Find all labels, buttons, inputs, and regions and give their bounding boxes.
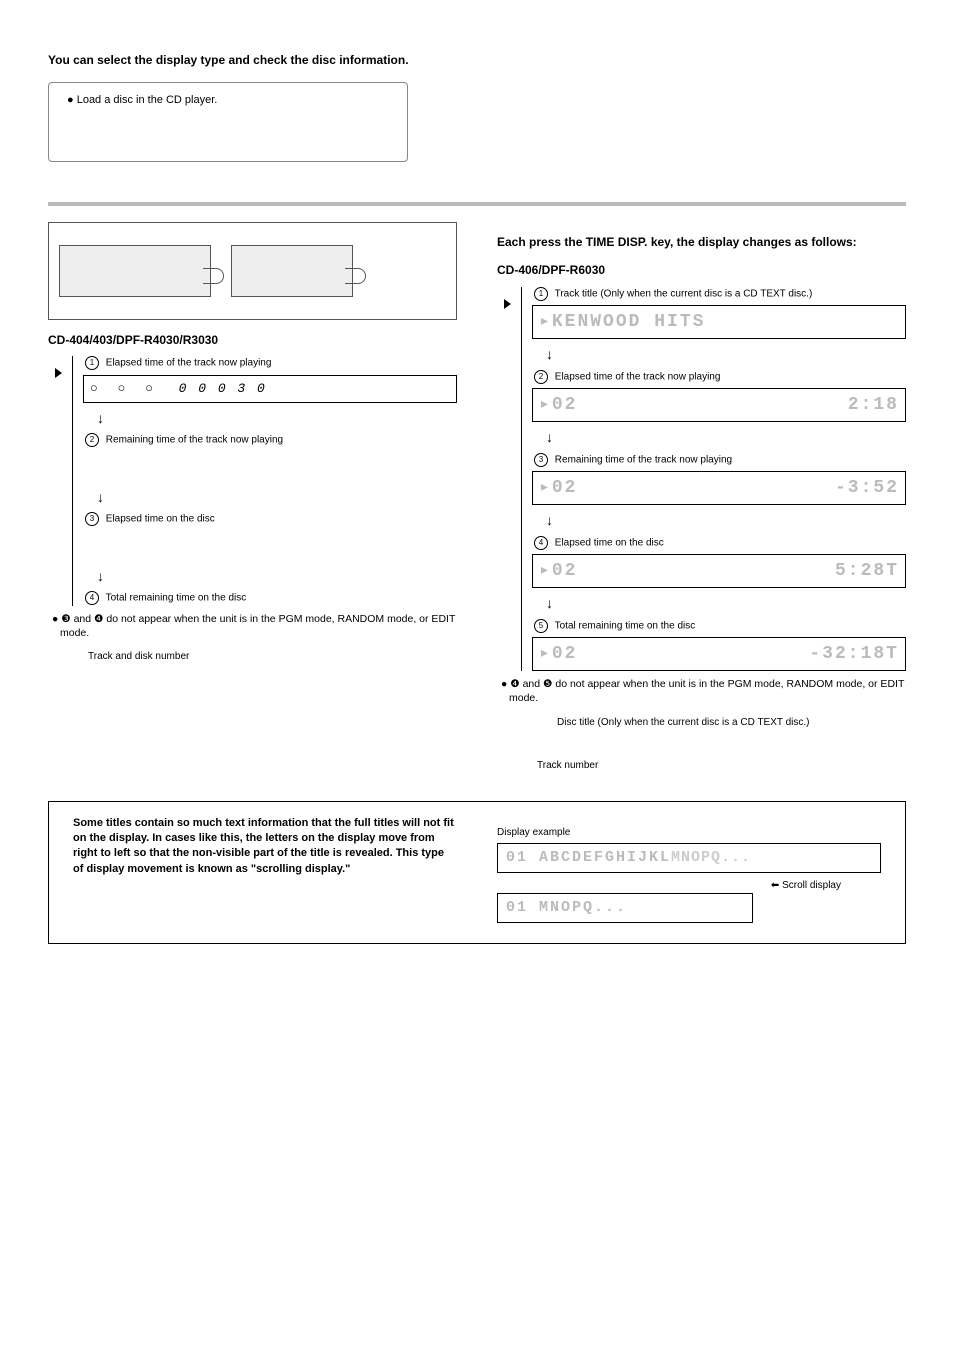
down-arrow-icon: ↓: [546, 428, 892, 447]
preparation-box: ● Load a disc in the CD player.: [48, 82, 408, 162]
right-sequence: 1 Track title (Only when the current dis…: [521, 287, 906, 671]
state-label: 4 Total remaining time on the disc: [85, 591, 457, 605]
prep-text: Load a disc in the CD player.: [77, 94, 218, 106]
state-text: Elapsed time on the disc: [106, 514, 215, 525]
lcd-remaining-track: ▸02 -3:52: [532, 471, 906, 505]
lcd-title-text: ▸KENWOOD HITS: [539, 310, 705, 334]
display-example-label: Display example: [497, 826, 881, 840]
left-caption: Track and disk number: [88, 650, 457, 664]
model-heading-left: CD-404/403/DPF-R4030/R3030: [48, 332, 457, 348]
down-arrow-icon: ↓: [97, 488, 443, 507]
scrolling-display-box: Some titles contain so much text informa…: [48, 801, 906, 944]
scroll-overflow: MNOPQ...: [671, 848, 751, 868]
scroll-lcd-1: 01 ABCDEFGHIJKL MNOPQ...: [497, 843, 881, 873]
scrolling-display-text: Some titles contain so much text informa…: [73, 816, 457, 878]
state-label: 2 Elapsed time of the track now playing: [534, 370, 906, 384]
left-sequence: 1 Elapsed time of the track now playing …: [72, 356, 457, 605]
state-text: Total remaining time on the disc: [106, 593, 247, 604]
model-heading-right: CD-406/DPF-R6030: [497, 262, 906, 278]
state-label: 4 Elapsed time on the disc: [534, 536, 906, 550]
down-arrow-icon: ↓: [546, 511, 892, 530]
lcd-left: ▸02: [539, 476, 577, 500]
bullet-icon: ●: [67, 94, 77, 106]
state-number-icon: 4: [85, 591, 99, 605]
state-number-icon: 3: [85, 512, 99, 526]
state-text: Remaining time of the track now playing: [555, 454, 732, 465]
lcd-right: 5:28T: [835, 559, 899, 583]
right-column: Each press the TIME DISP. key, the displ…: [497, 222, 906, 776]
lcd-elapsed-track: ○ ○ ○ 0 0 0 3 0: [83, 375, 457, 403]
lcd-remaining-disc: ▸02 -32:18T: [532, 637, 906, 671]
lcd-left: ▸02: [539, 642, 577, 666]
lcd-left: ▸02: [539, 559, 577, 583]
lcd-right: -32:18T: [809, 642, 899, 666]
scroll-lcd-2: 01 MNOPQ...: [497, 893, 753, 923]
state-text: Total remaining time on the disc: [555, 620, 696, 631]
lcd-elapsed-disc: ▸02 5:28T: [532, 554, 906, 588]
lcd-track-title: ▸KENWOOD HITS: [532, 305, 906, 339]
state-number-icon: 4: [534, 536, 548, 550]
caption-track-number: Track number: [537, 759, 906, 773]
left-note: ● ❸ and ❹ do not appear when the unit is…: [48, 612, 457, 640]
lcd-left: ▸02: [539, 393, 577, 417]
intro-text: You can select the display type and chec…: [48, 52, 906, 68]
state-label: 3 Remaining time of the track now playin…: [534, 453, 906, 467]
caption-disc-title: Disc title (Only when the current disc i…: [557, 716, 906, 730]
left-arrow-icon: ⬅: [771, 880, 779, 891]
device-illustration-1: [59, 245, 211, 297]
scroll-arrow-label: Scroll display: [782, 880, 841, 891]
lcd-elapsed-track: ▸02 2:18: [532, 388, 906, 422]
state-number-icon: 5: [534, 619, 548, 633]
device-figure: [48, 222, 457, 320]
state-number-icon: 1: [534, 287, 548, 301]
state-label: 3 Elapsed time on the disc: [85, 512, 457, 526]
state-label: 1 Track title (Only when the current dis…: [534, 287, 906, 301]
state-text: Elapsed time on the disc: [555, 537, 664, 548]
state-label: 5 Total remaining time on the disc: [534, 619, 906, 633]
right-lead: Each press the TIME DISP. key, the displ…: [497, 234, 906, 250]
lcd-right: -3:52: [835, 476, 899, 500]
down-arrow-icon: ↓: [546, 345, 892, 364]
device-illustration-2: [231, 245, 353, 297]
state-text: Elapsed time of the track now playing: [106, 358, 272, 369]
state-number-icon: 1: [85, 356, 99, 370]
state-number-icon: 2: [534, 370, 548, 384]
scroll-line2: 01 MNOPQ...: [506, 898, 627, 918]
down-arrow-icon: ↓: [546, 594, 892, 613]
state-text: Elapsed time of the track now playing: [555, 371, 721, 382]
state-text: Remaining time of the track now playing: [106, 435, 283, 446]
scroll-arrow-row: ⬅ Scroll display: [497, 879, 881, 893]
lcd-right: 2:18: [848, 393, 899, 417]
right-note: ● ❹ and ❺ do not appear when the unit is…: [497, 677, 906, 705]
state-text: Track title (Only when the current disc …: [555, 288, 813, 299]
state-label: 1 Elapsed time of the track now playing: [85, 356, 457, 370]
down-arrow-icon: ↓: [97, 567, 443, 586]
state-number-icon: 2: [85, 433, 99, 447]
state-label: 2 Remaining time of the track now playin…: [85, 433, 457, 447]
section-rule: [48, 202, 906, 206]
lcd-value: 0 0 0 3 0: [179, 380, 267, 398]
down-arrow-icon: ↓: [97, 409, 443, 428]
state-number-icon: 3: [534, 453, 548, 467]
left-column: CD-404/403/DPF-R4030/R3030 1 Elapsed tim…: [48, 222, 457, 776]
scrolling-display-figure: Display example 01 ABCDEFGHIJKL MNOPQ...…: [497, 816, 881, 929]
scroll-visible: 01 ABCDEFGHIJKL: [506, 848, 671, 868]
